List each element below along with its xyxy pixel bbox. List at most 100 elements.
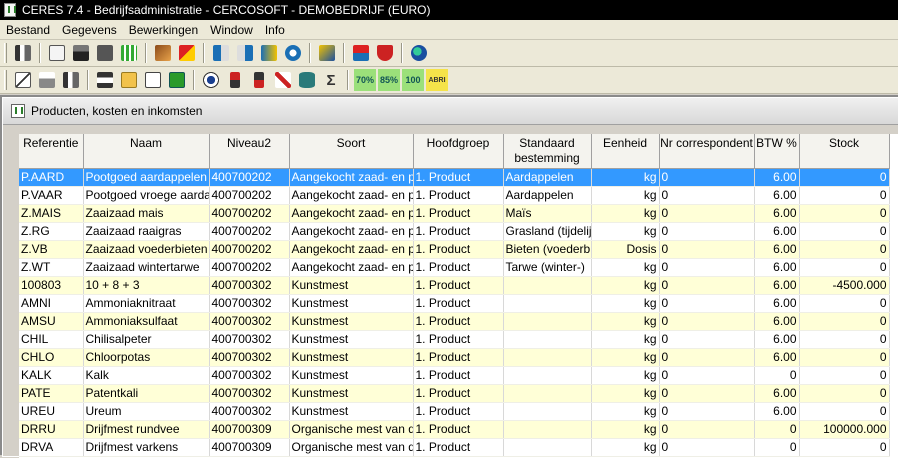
cell-soort[interactable]: Kunstmest xyxy=(289,384,414,403)
cell-eenheid[interactable]: kg xyxy=(591,330,660,349)
cell-niveau2[interactable]: 400700302 xyxy=(209,276,290,295)
cell-correspondent[interactable]: 0 xyxy=(659,402,755,421)
table-row[interactable]: 100803 10 + 8 + 3 400700302 Kunstmest 1. Pro… xyxy=(19,276,890,295)
cell-correspondent[interactable]: 0 xyxy=(659,258,755,277)
sort-asc-icon[interactable] xyxy=(224,69,246,91)
cell-hoofdgroep[interactable]: 1. Product xyxy=(413,258,504,277)
cell-btw[interactable]: 0 xyxy=(754,366,800,385)
cell-niveau2[interactable]: 400700302 xyxy=(209,402,290,421)
cell-soort[interactable]: Kunstmest xyxy=(289,330,414,349)
table-row[interactable]: AMSU Ammoniaksulfaat 400700302 Kunstmest 1. … xyxy=(19,312,890,331)
shield-icon[interactable] xyxy=(374,42,396,64)
table-row[interactable]: CHLO Chloorpotas 400700302 Kunstmest 1. Prod… xyxy=(19,348,890,367)
cell-stock[interactable]: 0 xyxy=(799,186,890,205)
col-header-standaard-bestemming[interactable]: Standaard bestemming xyxy=(503,134,592,169)
table-row[interactable]: P.VAARPootgoed vroege aardappelen4007002… xyxy=(19,186,890,205)
import-icon[interactable] xyxy=(210,42,232,64)
cell-btw[interactable]: 6.00 xyxy=(754,222,800,241)
cell-bestemming[interactable]: Aardappelen xyxy=(503,186,592,205)
edit-icon[interactable] xyxy=(12,69,34,91)
delete-icon[interactable] xyxy=(166,69,188,91)
table-row[interactable]: P.AARD Pootgoed aardappelen 400700202 Aange… xyxy=(19,168,890,187)
cell-bestemming[interactable] xyxy=(503,420,592,439)
cell-stock[interactable]: 0 xyxy=(799,258,890,277)
cell-stock[interactable]: 0 xyxy=(799,384,890,403)
cell-niveau2[interactable]: 400700202 xyxy=(209,258,290,277)
table-row[interactable]: Z.MAIS Zaaizaad mais 400700202 Aangekocht z… xyxy=(19,204,890,223)
lightning-icon[interactable] xyxy=(176,42,198,64)
cell-soort[interactable]: Aangekocht zaad- en pootgoed xyxy=(289,258,414,277)
cell-naam[interactable]: Zaaizaad raaigras xyxy=(83,222,210,241)
toolbar-grip[interactable] xyxy=(4,70,7,90)
menu-window[interactable]: Window xyxy=(204,23,259,37)
cell-correspondent[interactable]: 0 xyxy=(659,240,755,259)
cell-niveau2[interactable]: 400700302 xyxy=(209,330,290,349)
cell-naam[interactable]: Zaaizaad voederbieten xyxy=(83,240,210,259)
cell-bestemming[interactable]: Tarwe (winter-) xyxy=(503,258,592,277)
cell-referentie[interactable]: AMNI xyxy=(19,294,84,313)
cell-eenheid[interactable]: kg xyxy=(591,438,660,457)
cell-btw[interactable]: 6.00 xyxy=(754,294,800,313)
cell-referentie[interactable]: DRRU xyxy=(19,420,84,439)
cell-naam[interactable]: Pootgoed aardappelen xyxy=(83,168,210,187)
card-icon[interactable] xyxy=(46,42,68,64)
cell-niveau2[interactable]: 400700202 xyxy=(209,240,290,259)
cell-hoofdgroep[interactable]: 1. Product xyxy=(413,402,504,421)
cell-stock[interactable]: 0 xyxy=(799,366,890,385)
cell-eenheid[interactable]: kg xyxy=(591,312,660,331)
cell-niveau2[interactable]: 400700202 xyxy=(209,204,290,223)
cell-naam[interactable]: Pootgoed vroege aardappelen xyxy=(83,186,210,205)
cell-soort[interactable]: Organische mest van derden xyxy=(289,420,414,439)
cell-bestemming[interactable] xyxy=(503,348,592,367)
network-icon[interactable] xyxy=(350,42,372,64)
cell-referentie[interactable]: P.VAAR xyxy=(19,186,84,205)
cell-bestemming[interactable] xyxy=(503,402,592,421)
col-header-naam[interactable]: Naam xyxy=(83,134,210,169)
cell-referentie[interactable]: P.AARD xyxy=(19,168,84,187)
cell-referentie[interactable]: CHIL xyxy=(19,330,84,349)
refresh-icon[interactable] xyxy=(282,42,304,64)
table-row[interactable]: Z.VB Zaaizaad voederbieten 400700202 Aangek… xyxy=(19,240,890,259)
cell-referentie[interactable]: PATE xyxy=(19,384,84,403)
new-icon[interactable] xyxy=(142,69,164,91)
cell-correspondent[interactable]: 0 xyxy=(659,312,755,331)
zoom-85-button[interactable]: 85% xyxy=(378,69,400,91)
col-header-niveau2[interactable]: Niveau2 xyxy=(209,134,290,169)
cell-correspondent[interactable]: 0 xyxy=(659,330,755,349)
cell-naam[interactable]: Ammoniaksulfaat xyxy=(83,312,210,331)
cell-naam[interactable]: Drijfmest varkens xyxy=(83,438,210,457)
cell-soort[interactable]: Kunstmest xyxy=(289,366,414,385)
cell-correspondent[interactable]: 0 xyxy=(659,222,755,241)
cell-referentie[interactable]: UREU xyxy=(19,402,84,421)
cell-btw[interactable]: 6.00 xyxy=(754,402,800,421)
cell-niveau2[interactable]: 400700302 xyxy=(209,348,290,367)
cell-hoofdgroep[interactable]: 1. Product xyxy=(413,204,504,223)
cell-soort[interactable]: Aangekocht zaad- en pootgoed xyxy=(289,222,414,241)
cell-bestemming[interactable] xyxy=(503,366,592,385)
cell-referentie[interactable]: Z.RG xyxy=(19,222,84,241)
globe-icon[interactable] xyxy=(408,42,430,64)
cell-hoofdgroep[interactable]: 1. Product xyxy=(413,222,504,241)
sort-desc-icon[interactable] xyxy=(248,69,270,91)
swap-icon[interactable] xyxy=(258,42,280,64)
cell-bestemming[interactable] xyxy=(503,330,592,349)
print-icon[interactable] xyxy=(36,69,58,91)
cell-soort[interactable]: Kunstmest xyxy=(289,276,414,295)
cell-niveau2[interactable]: 400700309 xyxy=(209,438,290,457)
cell-btw[interactable]: 6.00 xyxy=(754,186,800,205)
col-header-soort[interactable]: Soort xyxy=(289,134,414,169)
cell-soort[interactable]: Aangekocht zaad- en pootgoed xyxy=(289,204,414,223)
cell-eenheid[interactable]: kg xyxy=(591,402,660,421)
cell-btw[interactable]: 6.00 xyxy=(754,168,800,187)
cell-stock[interactable]: 0 xyxy=(799,240,890,259)
cell-eenheid[interactable]: kg xyxy=(591,384,660,403)
cell-btw[interactable]: 0 xyxy=(754,420,800,439)
cell-btw[interactable]: 6.00 xyxy=(754,258,800,277)
table-row[interactable]: DRRU Drijfmest rundvee 400700309 Organische… xyxy=(19,420,890,439)
tools-icon[interactable] xyxy=(152,42,174,64)
table-row[interactable]: KALK Kalk 400700302 Kunstmest 1. Product kg 0 0… xyxy=(19,366,890,385)
col-header-referentie[interactable]: Referentie xyxy=(19,134,84,169)
col-header-hoofdgroep[interactable]: Hoofdgroep xyxy=(413,134,504,169)
open-icon[interactable] xyxy=(118,69,140,91)
cell-naam[interactable]: Drijfmest rundvee xyxy=(83,420,210,439)
